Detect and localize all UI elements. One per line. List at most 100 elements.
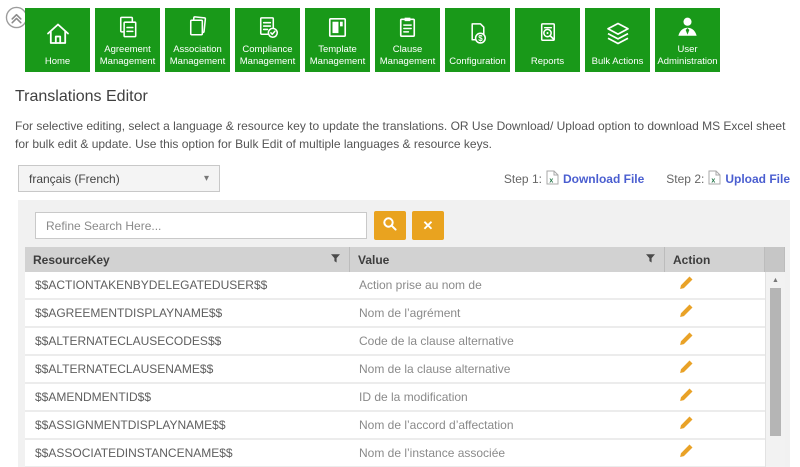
pencil-icon <box>679 446 694 461</box>
layers-icon <box>604 11 632 56</box>
document-check-icon <box>254 11 281 44</box>
nav-tile-label: Reports <box>531 56 564 68</box>
nav-tile-label: User Administration <box>656 44 719 68</box>
svg-text:$: $ <box>478 34 483 43</box>
search-input[interactable] <box>35 212 367 239</box>
filter-icon[interactable] <box>330 253 341 267</box>
nav-tile-label: Template Management <box>306 44 369 68</box>
column-header-value: Value <box>350 247 665 272</box>
table-row: $$ALTERNATECLAUSECODES$$ Code de la clau… <box>25 328 765 356</box>
nav-tile-bulk-actions[interactable]: Bulk Actions <box>585 8 650 72</box>
scrollbar-thumb[interactable] <box>770 288 781 436</box>
edit-button[interactable] <box>679 415 694 430</box>
nav-tile-reports[interactable]: Reports <box>515 8 580 72</box>
value-cell: Action prise au nom de <box>350 278 665 292</box>
nav-tile-compliance-management[interactable]: Compliance Management <box>235 8 300 72</box>
stacked-documents-icon <box>184 11 211 44</box>
column-header-resourcekey: ResourceKey <box>25 247 350 272</box>
value-cell: ID de la modification <box>350 390 665 404</box>
nav-tile-label: Bulk Actions <box>592 56 644 68</box>
pencil-icon <box>679 306 694 321</box>
edit-button[interactable] <box>679 275 694 290</box>
column-header-label: Action <box>673 253 710 267</box>
value-cell: Code de la clause alternative <box>350 334 665 348</box>
nav-tile-user-administration[interactable]: User Administration <box>655 8 720 72</box>
user-icon <box>674 11 701 44</box>
nav-tile-home[interactable]: Home <box>25 8 90 72</box>
scrollbar-corner <box>765 247 785 272</box>
value-cell: Nom de l’instance associée <box>350 446 665 460</box>
language-dropdown-value: français (French) <box>29 172 120 186</box>
home-icon <box>44 11 72 56</box>
table-row: $$AMENDMENTID$$ ID de la modification <box>25 384 765 412</box>
edit-button[interactable] <box>679 359 694 374</box>
nav-tile-template-management[interactable]: Template Management <box>305 8 370 72</box>
excel-file-icon: x <box>708 170 721 188</box>
main-nav: Home Agreement Management Association Ma… <box>25 8 720 72</box>
page-title: Translations Editor <box>15 88 148 106</box>
search-icon <box>382 216 398 235</box>
table-row: $$ASSIGNMENTDISPLAYNAME$$ Nom de l’accor… <box>25 412 765 440</box>
translations-editor-screen: Home Agreement Management Association Ma… <box>0 0 800 467</box>
upload-file-link[interactable]: x Upload File <box>708 170 790 188</box>
svg-text:x: x <box>549 177 553 184</box>
agreement-documents-icon <box>114 11 141 44</box>
nav-tile-agreement-management[interactable]: Agreement Management <box>95 8 160 72</box>
step1-label: Step 1: <box>504 172 542 186</box>
document-currency-icon: $ <box>464 11 491 56</box>
download-file-link[interactable]: x Download File <box>546 170 644 188</box>
edit-button[interactable] <box>679 443 694 458</box>
pencil-icon <box>679 390 694 405</box>
resource-key-cell: $$ALTERNATECLAUSECODES$$ <box>25 334 350 348</box>
page-description: For selective editing, select a language… <box>15 117 791 153</box>
nav-tile-clause-management[interactable]: Clause Management <box>375 8 440 72</box>
grid-header: ResourceKey Value Action <box>25 247 785 272</box>
nav-tile-label: Association Management <box>166 44 229 68</box>
scroll-up-arrow-icon[interactable]: ▲ <box>766 275 785 286</box>
nav-tile-label: Compliance Management <box>236 44 299 68</box>
report-magnifier-icon <box>534 11 561 56</box>
edit-button[interactable] <box>679 331 694 346</box>
chevron-down-icon: ▾ <box>204 173 209 184</box>
nav-tile-label: Configuration <box>449 56 506 68</box>
resource-key-cell: $$ALTERNATECLAUSENAME$$ <box>25 362 350 376</box>
table-row: $$AGREEMENTDISPLAYNAME$$ Nom de l’agréme… <box>25 300 765 328</box>
nav-tile-association-management[interactable]: Association Management <box>165 8 230 72</box>
nav-tile-configuration[interactable]: $ Configuration <box>445 8 510 72</box>
nav-tile-label: Clause Management <box>376 44 439 68</box>
edit-button[interactable] <box>679 387 694 402</box>
filter-icon[interactable] <box>645 253 656 267</box>
edit-button[interactable] <box>679 303 694 318</box>
resource-key-cell: $$AGREEMENTDISPLAYNAME$$ <box>25 306 350 320</box>
resource-key-cell: $$ACTIONTAKENBYDELEGATEDUSER$$ <box>25 278 350 292</box>
column-header-label: Value <box>358 253 389 267</box>
clear-search-button[interactable]: ✕ <box>412 211 444 240</box>
value-cell: Nom de la clause alternative <box>350 362 665 376</box>
table-row: $$ASSOCIATEDINSTANCENAME$$ Nom de l’inst… <box>25 440 765 467</box>
pencil-icon <box>679 334 694 349</box>
vertical-scrollbar[interactable]: ▲ <box>765 272 785 467</box>
excel-file-icon: x <box>546 170 559 188</box>
grid-body: $$ACTIONTAKENBYDELEGATEDUSER$$ Action pr… <box>25 272 765 467</box>
nav-tile-label: Agreement Management <box>96 44 159 68</box>
language-dropdown[interactable]: français (French) ▾ <box>18 165 220 192</box>
resource-key-cell: $$AMENDMENTID$$ <box>25 390 350 404</box>
table-row: $$ACTIONTAKENBYDELEGATEDUSER$$ Action pr… <box>25 272 765 300</box>
step2-label: Step 2: <box>666 172 704 186</box>
value-cell: Nom de l’agrément <box>350 306 665 320</box>
pencil-icon <box>679 362 694 377</box>
pencil-icon <box>679 278 694 293</box>
resource-key-cell: $$ASSOCIATEDINSTANCENAME$$ <box>25 446 350 460</box>
upload-file-label: Upload File <box>725 172 790 186</box>
template-layout-icon <box>324 11 351 44</box>
value-cell: Nom de l’accord d’affectation <box>350 418 665 432</box>
close-icon: ✕ <box>423 218 434 234</box>
download-upload-steps: Step 1: x Download File Step 2: x Up <box>504 170 790 188</box>
download-file-label: Download File <box>563 172 644 186</box>
nav-tile-label: Home <box>45 56 70 68</box>
search-button[interactable] <box>374 211 406 240</box>
svg-text:x: x <box>712 177 716 184</box>
resource-key-cell: $$ASSIGNMENTDISPLAYNAME$$ <box>25 418 350 432</box>
table-row: $$ALTERNATECLAUSENAME$$ Nom de la clause… <box>25 356 765 384</box>
pencil-icon <box>679 418 694 433</box>
